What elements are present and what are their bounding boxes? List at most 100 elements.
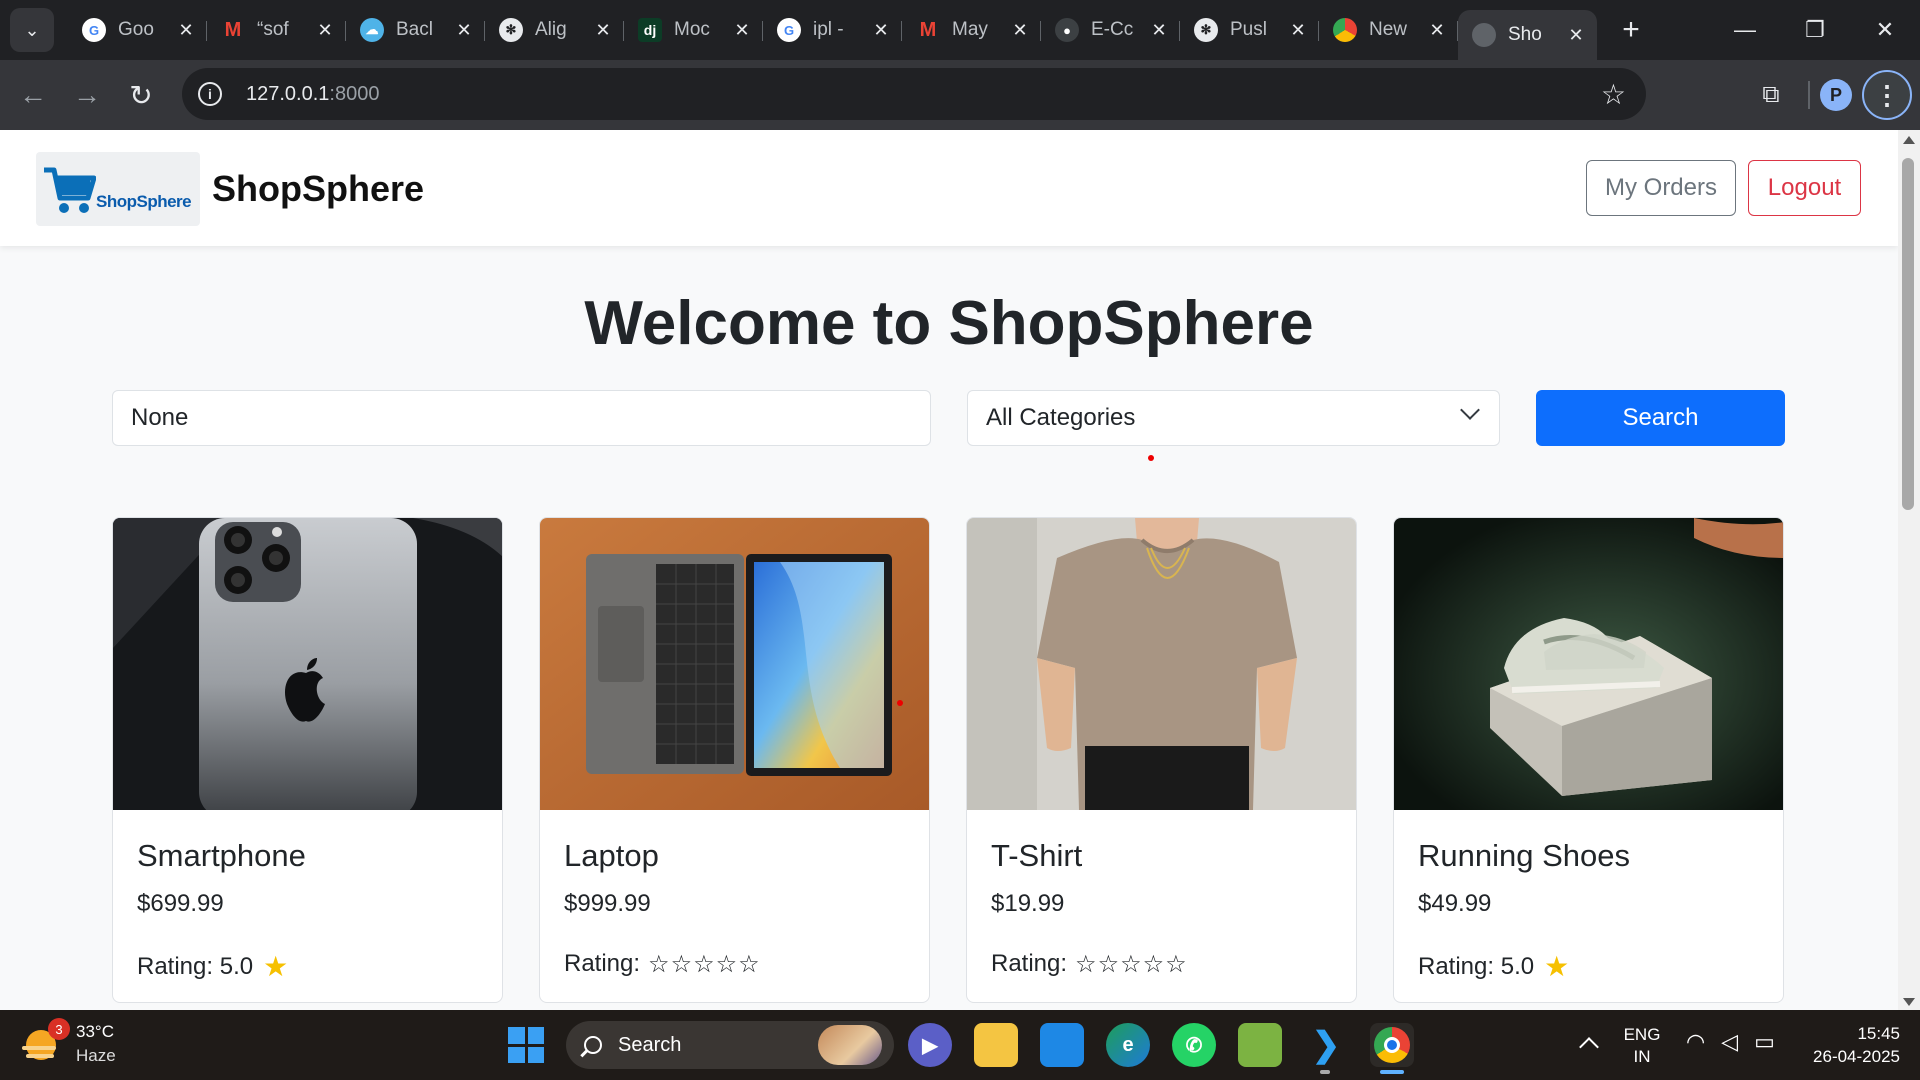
product-name[interactable]: Smartphone xyxy=(137,838,306,874)
taskbar-search[interactable]: Search xyxy=(566,1021,894,1069)
tab-search-button[interactable]: ⌄ xyxy=(10,8,54,52)
arrow-left-icon: ← xyxy=(19,79,47,110)
search-button[interactable]: Search xyxy=(1536,390,1785,446)
product-name[interactable]: Laptop xyxy=(564,838,659,874)
category-select[interactable]: All Categories xyxy=(967,390,1500,446)
tab[interactable]: ✻ Pusl ✕ xyxy=(1180,7,1319,53)
product-card[interactable]: T-Shirt $19.99 Rating: ☆☆☆☆☆ xyxy=(966,517,1357,1003)
browser-menu-button[interactable]: ⋮ xyxy=(1862,70,1912,120)
tab[interactable]: G ipl - ✕ xyxy=(763,7,902,53)
scroll-up-arrow-icon[interactable] xyxy=(1903,136,1915,144)
gmail-icon: M xyxy=(919,18,937,41)
extensions-icon[interactable]: ⧉ xyxy=(1744,68,1798,122)
photo-app-icon[interactable] xyxy=(1238,1023,1282,1067)
forward-button[interactable]: → xyxy=(60,68,114,122)
back-button[interactable]: ← xyxy=(6,68,60,122)
product-name[interactable]: T-Shirt xyxy=(991,838,1082,874)
window-close-button[interactable]: ✕ xyxy=(1850,0,1920,60)
restore-button[interactable]: ❐ xyxy=(1780,0,1850,60)
close-icon[interactable]: ✕ xyxy=(1426,20,1448,41)
site-info-icon[interactable]: i xyxy=(198,82,222,106)
product-name[interactable]: Running Shoes xyxy=(1418,838,1630,874)
tab-active[interactable]: Sho ✕ xyxy=(1458,10,1597,60)
product-card[interactable]: Running Shoes $49.99 Rating: 5.0 ★ xyxy=(1393,517,1784,1003)
reload-icon: ↻ xyxy=(129,79,153,111)
windows-taskbar: 3 33°C Haze Search ▶ e ✆ ❯ ENG IN ◠ ◁ ▭ … xyxy=(0,1010,1920,1080)
smartphone-photo xyxy=(113,518,502,810)
close-icon[interactable]: ✕ xyxy=(592,20,614,41)
close-icon[interactable]: ✕ xyxy=(731,20,753,41)
minimize-button[interactable]: — xyxy=(1710,0,1780,60)
close-icon[interactable]: ✕ xyxy=(314,20,336,41)
taskbar-clock[interactable]: 15:45 26-04-2025 xyxy=(1800,1022,1900,1068)
openai-icon: ✻ xyxy=(1194,18,1218,42)
close-icon[interactable]: ✕ xyxy=(1565,25,1587,46)
my-orders-button[interactable]: My Orders xyxy=(1586,160,1736,216)
edge-browser-icon[interactable]: e xyxy=(1106,1023,1150,1067)
site-logo[interactable]: ShopSphere xyxy=(36,152,200,226)
tab[interactable]: ☁ Bacl ✕ xyxy=(346,7,485,53)
language-indicator[interactable]: ENG IN xyxy=(1620,1024,1664,1068)
welcome-brand: ShopSphere xyxy=(948,289,1314,358)
close-icon[interactable]: ✕ xyxy=(175,20,197,41)
tab[interactable]: New ✕ xyxy=(1319,7,1458,53)
battery-icon[interactable]: ▭ xyxy=(1754,1030,1775,1055)
clock-time: 15:45 xyxy=(1857,1024,1900,1043)
product-rating: Rating: 5.0 ★ xyxy=(1418,950,1569,983)
new-tab-button[interactable]: + xyxy=(1609,8,1653,52)
product-card[interactable]: Laptop $999.99 Rating: ☆☆☆☆☆ xyxy=(539,517,930,1003)
tab[interactable]: ● E-Cc ✕ xyxy=(1041,7,1180,53)
close-icon[interactable]: ✕ xyxy=(1009,20,1031,41)
tab-title: Moc xyxy=(674,19,710,40)
close-icon[interactable]: ✕ xyxy=(453,20,475,41)
meet-app-icon[interactable]: ▶ xyxy=(908,1023,952,1067)
windows-start-icon[interactable] xyxy=(508,1027,544,1063)
welcome-prefix: Welcome to xyxy=(584,289,949,358)
lang-region: IN xyxy=(1633,1047,1651,1066)
tab[interactable]: M “sof ✕ xyxy=(207,7,346,53)
tab[interactable]: G Goo ✕ xyxy=(68,7,207,53)
bookmark-star-icon[interactable]: ☆ xyxy=(1601,78,1626,111)
star-icon: ★ xyxy=(263,950,289,983)
toolbar-right: ⧉ P ⋮ xyxy=(1744,60,1920,130)
github-icon: ● xyxy=(1055,18,1079,42)
whatsapp-icon[interactable]: ✆ xyxy=(1172,1023,1216,1067)
wifi-icon[interactable]: ◠ xyxy=(1686,1030,1705,1055)
cloud-icon: ☁ xyxy=(360,18,384,42)
tab[interactable]: M May ✕ xyxy=(902,7,1041,53)
tab[interactable]: ✻ Alig ✕ xyxy=(485,7,624,53)
rating-label: Rating: xyxy=(1418,952,1495,980)
close-icon[interactable]: ✕ xyxy=(1287,20,1309,41)
google-icon: G xyxy=(82,18,106,42)
more-vert-icon: ⋮ xyxy=(1874,79,1900,110)
page-title: Welcome to ShopSphere xyxy=(0,288,1898,359)
rating-label: Rating: xyxy=(137,952,214,980)
openai-icon: ✻ xyxy=(499,18,523,42)
page-scrollbar[interactable] xyxy=(1898,130,1920,1010)
product-price: $999.99 xyxy=(564,890,651,917)
volume-icon[interactable]: ◁ xyxy=(1721,1030,1738,1055)
scrollbar-thumb[interactable] xyxy=(1902,158,1914,510)
chrome-taskbar-icon[interactable] xyxy=(1370,1023,1414,1067)
system-tray[interactable]: ◠ ◁ ▭ xyxy=(1686,1030,1775,1055)
url-port: :8000 xyxy=(329,82,380,105)
brand-name[interactable]: ShopSphere xyxy=(212,168,424,210)
search-input[interactable]: None xyxy=(112,390,931,446)
logout-button[interactable]: Logout xyxy=(1748,160,1861,216)
close-icon[interactable]: ✕ xyxy=(1148,20,1170,41)
desktop-app-icon[interactable] xyxy=(1040,1023,1084,1067)
tab[interactable]: dj Moc ✕ xyxy=(624,7,763,53)
tray-chevron-up-icon[interactable] xyxy=(1579,1037,1599,1057)
address-bar[interactable]: i 127.0.0.1:8000 ☆ xyxy=(182,68,1646,120)
reload-button[interactable]: ↻ xyxy=(114,68,168,122)
product-card[interactable]: Smartphone $699.99 Rating: 5.0 ★ xyxy=(112,517,503,1003)
close-icon[interactable]: ✕ xyxy=(870,20,892,41)
weather-widget[interactable]: 3 33°C Haze xyxy=(22,1018,116,1068)
empty-stars-icon: ☆☆☆☆☆ xyxy=(1075,950,1188,978)
scroll-down-arrow-icon[interactable] xyxy=(1903,998,1915,1006)
vscode-icon[interactable]: ❯ xyxy=(1304,1023,1348,1067)
search-highlight-icon xyxy=(818,1025,882,1065)
gmail-icon: M xyxy=(224,18,242,41)
profile-avatar[interactable]: P xyxy=(1820,79,1852,111)
file-explorer-icon[interactable] xyxy=(974,1023,1018,1067)
